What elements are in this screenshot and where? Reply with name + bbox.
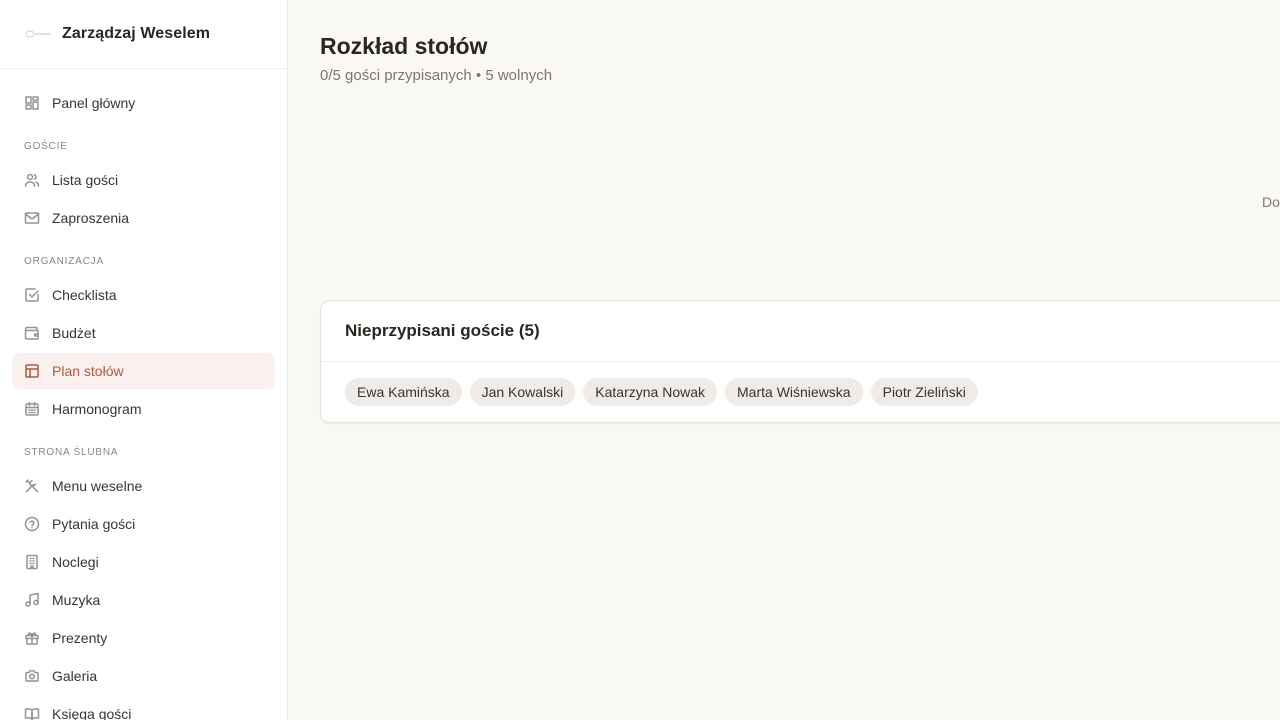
rings-logo-icon	[24, 27, 52, 41]
sidebar-item-invitations[interactable]: Zaproszenia	[12, 200, 275, 236]
sidebar-item-label: Lista gości	[52, 172, 119, 188]
sidebar-item-menu[interactable]: Menu weselne	[12, 468, 275, 504]
users-icon	[24, 172, 40, 188]
sidebar-item-label: Księga gości	[52, 706, 132, 720]
sidebar-item-label: Budżet	[52, 325, 96, 341]
unassigned-guests-card: Nieprzypisani goście (5) Ewa Kamińska Ja…	[320, 300, 1280, 423]
sidebar-item-budget[interactable]: Budżet	[12, 315, 275, 351]
sidebar-item-label: Plan stołów	[52, 363, 124, 379]
app-title: Zarządzaj Weselem	[62, 25, 211, 42]
sidebar-item-label: Muzyka	[52, 592, 101, 608]
sidebar-item-table-plan[interactable]: Plan stołów	[12, 353, 275, 389]
sidebar-item-schedule[interactable]: Harmonogram	[12, 391, 275, 427]
calendar-icon	[24, 401, 40, 417]
section-label-organization: ORGANIZACJA	[24, 256, 104, 267]
sidebar-item-label: Zaproszenia	[52, 210, 130, 226]
sidebar-item-label: Checklista	[52, 287, 117, 303]
sidebar-item-gallery[interactable]: Galeria	[12, 658, 275, 694]
sidebar-item-label: Menu weselne	[52, 478, 143, 494]
table-layout-icon	[24, 363, 40, 379]
sidebar-item-gifts[interactable]: Prezenty	[12, 620, 275, 656]
wallet-icon	[24, 325, 40, 341]
sidebar-item-label: Panel główny	[52, 95, 136, 111]
sidebar-item-label: Harmonogram	[52, 401, 142, 417]
guest-chip[interactable]: Jan Kowalski	[469, 378, 576, 406]
sidebar-item-dashboard[interactable]: Panel główny	[12, 85, 275, 121]
guest-chip[interactable]: Ewa Kamińska	[345, 378, 462, 406]
guest-chip-list: Ewa Kamińska Jan Kowalski Katarzyna Nowa…	[321, 362, 1280, 406]
sidebar-item-label: Pytania gości	[52, 516, 136, 532]
card-title: Nieprzypisani goście (5)	[345, 321, 540, 340]
gift-icon	[24, 630, 40, 646]
utensils-icon	[24, 478, 40, 494]
section-label-website: STRONA ŚLUBNA	[24, 447, 119, 458]
question-circle-icon	[24, 516, 40, 532]
mail-icon	[24, 210, 40, 226]
sidebar-item-accommodation[interactable]: Noclegi	[12, 544, 275, 580]
sidebar-item-label: Noclegi	[52, 554, 99, 570]
building-icon	[24, 554, 40, 570]
guest-chip[interactable]: Marta Wiśniewska	[725, 378, 863, 406]
dashboard-icon	[24, 95, 40, 111]
sidebar-item-checklist[interactable]: Checklista	[12, 277, 275, 313]
sidebar-item-guest-list[interactable]: Lista gości	[12, 162, 275, 198]
card-header: Nieprzypisani goście (5)	[321, 301, 1280, 362]
section-label-guests: GOŚCIE	[24, 141, 68, 152]
sidebar-item-guestbook[interactable]: Księga gości	[12, 696, 275, 720]
music-icon	[24, 592, 40, 608]
book-icon	[24, 706, 40, 720]
sidebar-item-label: Prezenty	[52, 630, 108, 646]
main-content: Rozkład stołów 0/5 gości przypisanych • …	[288, 0, 1280, 720]
page-title: Rozkład stołów	[320, 33, 488, 59]
clipped-action-text[interactable]: Do	[1262, 194, 1280, 210]
sidebar-item-music[interactable]: Muzyka	[12, 582, 275, 618]
sidebar: Zarządzaj Weselem Panel główny GOŚCIE Li…	[0, 0, 288, 720]
guest-chip[interactable]: Katarzyna Nowak	[583, 378, 718, 406]
guest-chip[interactable]: Piotr Zieliński	[870, 378, 978, 406]
sidebar-item-label: Galeria	[52, 668, 98, 684]
page-subtitle: 0/5 gości przypisanych • 5 wolnych	[320, 67, 553, 84]
sidebar-item-guest-questions[interactable]: Pytania gości	[12, 506, 275, 542]
camera-icon	[24, 668, 40, 684]
checkbox-icon	[24, 287, 40, 303]
brand[interactable]: Zarządzaj Weselem	[0, 0, 287, 69]
